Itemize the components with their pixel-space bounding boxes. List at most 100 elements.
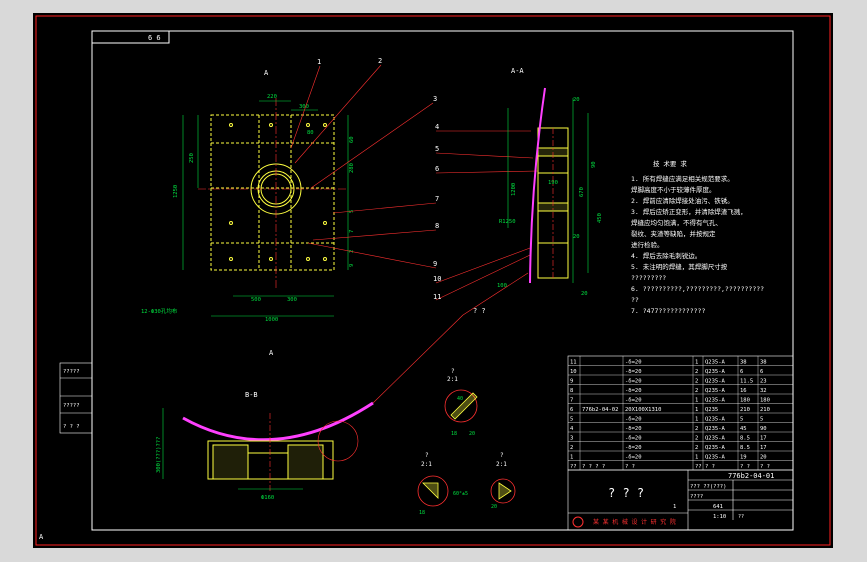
callout-3: 3 xyxy=(433,95,437,103)
dim-s190: 190 xyxy=(548,180,558,186)
bom-cell: Q235-A xyxy=(705,416,726,422)
left-info-block: ????? ????? ? ? ? xyxy=(59,362,93,434)
company-logo xyxy=(572,516,584,528)
detail-view-1: ? 2:1 40 18 20 xyxy=(444,368,478,437)
leader-label: ? ? xyxy=(473,307,486,315)
bom-cell: 8.5 xyxy=(740,445,750,451)
callout-8: 8 xyxy=(435,222,439,230)
detail-view-2: ? 2:1 60°±5 18 xyxy=(417,452,468,516)
bom-cell: 6 xyxy=(740,369,743,375)
bom-cell: Q235-A xyxy=(705,369,726,375)
detail-2-scale: 2:1 xyxy=(421,461,432,468)
bom-cell: 5 xyxy=(570,416,573,422)
callout-7: 7 xyxy=(435,195,439,203)
drawing-canvas[interactable]: 6 6 A A 220 300 80 1250 250 60 280 5 7 2… xyxy=(33,13,833,548)
bom-cell: Q235-A xyxy=(705,397,726,403)
material: ??? ??(???) xyxy=(690,484,726,490)
section-aa xyxy=(537,127,569,279)
bom-cell: 1 xyxy=(570,454,573,460)
drawing-number: 776b2-04-01 xyxy=(728,472,774,480)
dim-80: 80 xyxy=(307,130,314,136)
bom-cell: Q235-A xyxy=(705,454,726,460)
note-line-3: 2. 焊前应清除焊接处油污、铁锈。 xyxy=(631,196,734,205)
bom-table: 11 -δ=20 1 Q235-A 38 3810 -δ=20 2 Q235-A 6 69 -δ=20… xyxy=(567,355,794,471)
view-a-label: A xyxy=(264,69,269,77)
detail-1-dim: 40 xyxy=(457,396,463,402)
bom-cell: -δ=20 xyxy=(625,378,642,384)
scale: 1:10 xyxy=(713,514,726,520)
plan-dim-text: 220 300 80 1250 250 60 280 5 7 2 9 500 3… xyxy=(141,94,355,323)
bom-cell: 17 xyxy=(760,435,767,441)
bom-cell: 1 xyxy=(695,407,698,413)
detail-3-scale: 2:1 xyxy=(496,461,507,468)
corner-code: 6 6 xyxy=(148,34,161,42)
left-block-3: ? ? ? xyxy=(63,424,80,430)
bom-cell: 90 xyxy=(760,426,767,432)
bom-cell: 11 xyxy=(570,359,577,365)
bom-cell: 10 xyxy=(570,369,577,375)
weight: 641 xyxy=(713,504,723,510)
bom-cell: -δ=20 xyxy=(625,426,642,432)
bom-cell: 210 xyxy=(760,407,770,413)
note-line-13: 7. ?477???????????? xyxy=(631,307,705,315)
bom-cell: 8 xyxy=(570,388,573,394)
bb-dim-left: 300(???)??? xyxy=(156,437,162,473)
bom-cell: 23 xyxy=(760,378,767,384)
bom-cell: 7 xyxy=(570,397,573,403)
section-bb-label: B-B xyxy=(245,391,258,399)
dim-220: 220 xyxy=(267,94,277,100)
note-line-7: 进行检验。 xyxy=(631,240,664,249)
bom-cell: 4 xyxy=(570,426,574,432)
callout-9: 9 xyxy=(433,260,437,268)
bom-cell: 2 xyxy=(695,445,698,451)
units: ???? xyxy=(690,494,703,500)
drawing-name: ? ? ? xyxy=(608,486,644,500)
bom-cell: 9 xyxy=(570,378,573,384)
company-name: 某 某 机 械 设 计 研 究 院 xyxy=(593,518,676,526)
cad-viewport: 6 6 A A 220 300 80 1250 250 60 280 5 7 2… xyxy=(0,0,867,562)
callout-leaders xyxy=(290,64,539,404)
callout-6: 6 xyxy=(435,165,439,173)
detail-1-title: ? xyxy=(451,368,455,375)
dim-9: 9 xyxy=(349,264,355,267)
detail-3-title: ? xyxy=(500,452,504,459)
detail-2-dim2: 18 xyxy=(419,510,425,516)
section-bb xyxy=(182,401,374,493)
hole-note: 12-Ф30孔均布 xyxy=(141,307,178,315)
section-aa-dims xyxy=(507,98,589,283)
dim-300b: 300 xyxy=(287,297,297,303)
detail-1-scale: 2:1 xyxy=(447,376,458,383)
drawing-sheet: 6 6 A A 220 300 80 1250 250 60 280 5 7 2… xyxy=(35,15,831,546)
bb-dim-bottom: Ф160 xyxy=(261,495,274,501)
bom-cell: 17 xyxy=(760,445,767,451)
bom-cell: 5 xyxy=(740,416,743,422)
section-aa-dim-text: 20 90 190 1200 670 450 R1250 20 20 100 xyxy=(497,97,603,297)
bom-cell: 1 xyxy=(695,454,698,460)
note-line-8: 4. 焊后去除毛刺锐边。 xyxy=(631,251,701,260)
bom-cell: Q235-A xyxy=(705,426,726,432)
bom-cell: 1 xyxy=(695,359,698,365)
qty: 1 xyxy=(673,504,676,510)
bom-cell: Q235-A xyxy=(705,445,726,451)
callout-2: 2 xyxy=(378,57,382,65)
callout-4: 4 xyxy=(435,123,439,131)
dim-s20b: 20 xyxy=(573,234,580,240)
bom-cell: 1 xyxy=(695,416,698,422)
bom-cell: 8.5 xyxy=(740,435,750,441)
dim-7: 7 xyxy=(349,230,355,233)
bom-cell: 2 xyxy=(695,435,698,441)
bom-cell: Q235-A xyxy=(705,388,726,394)
left-block-1: ????? xyxy=(63,369,80,375)
bom-cell: 16 xyxy=(740,388,747,394)
detail-3-dim: 20 xyxy=(491,504,497,510)
bom-header-cell: ?? xyxy=(695,464,702,470)
bom-cell: 210 xyxy=(740,407,750,413)
bb-mark: A xyxy=(269,349,274,357)
detail-2-dim: 60°±5 xyxy=(453,491,468,497)
dim-s20a: 20 xyxy=(573,97,580,103)
callout-11: 11 xyxy=(433,293,441,301)
bom-header-cell: ? ? xyxy=(625,464,635,470)
bom-header-cell: ? ? ? ? xyxy=(582,464,605,470)
bom-header-cell: ? ? xyxy=(740,464,750,470)
bom-cell: 11.5 xyxy=(740,378,753,384)
